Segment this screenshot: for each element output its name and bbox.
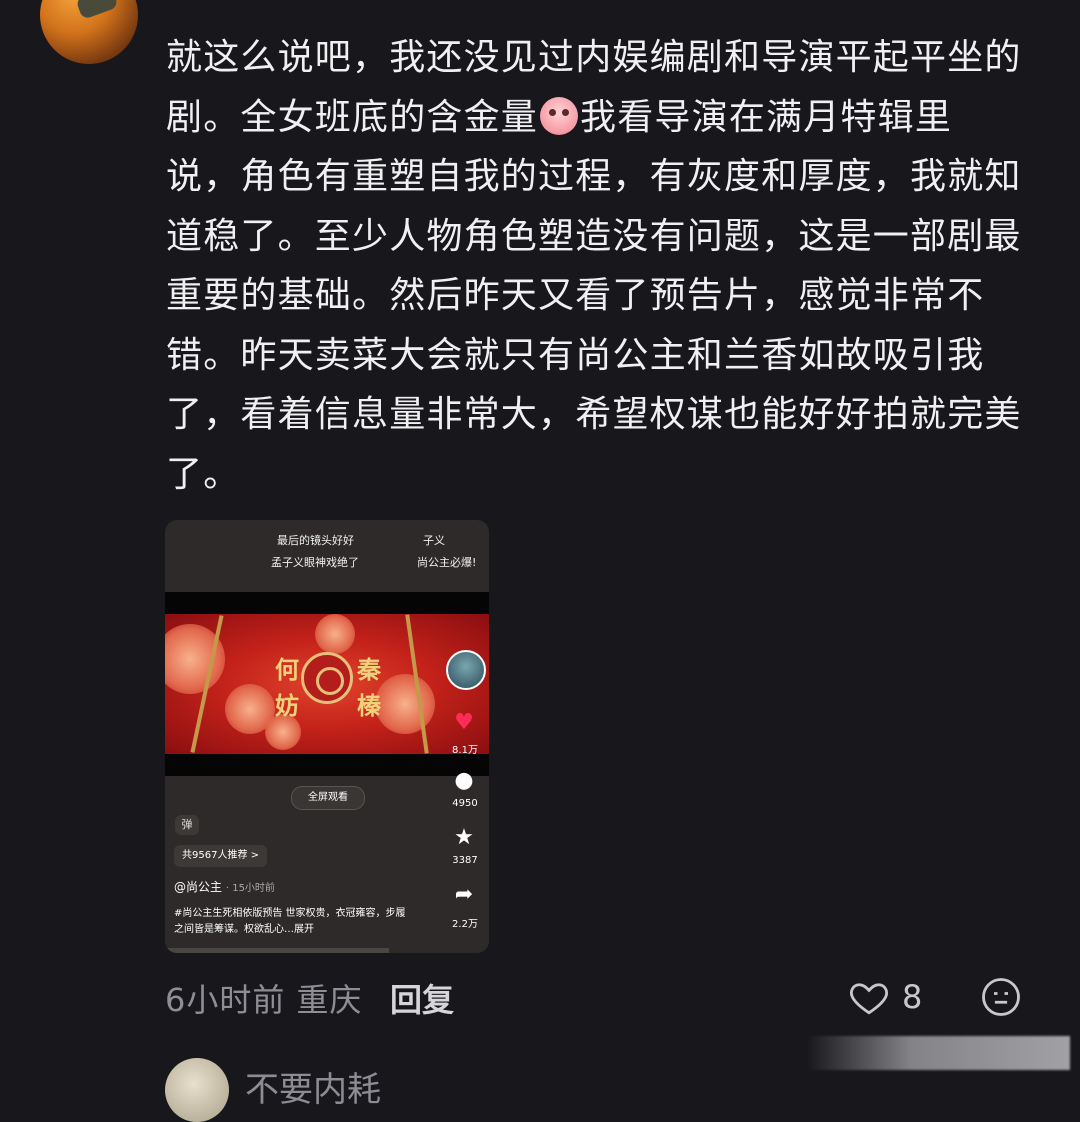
danmaku-1: 最后的镜头好好 xyxy=(277,534,354,547)
like-heart-outline-icon[interactable] xyxy=(848,976,890,1018)
video-share-count: 2.2万 xyxy=(452,919,478,930)
video-post-time: · 15小时前 xyxy=(225,883,275,894)
fullscreen-button[interactable]: 全屏观看 xyxy=(291,786,365,810)
next-commenter-username[interactable]: 不要内耗 xyxy=(245,1062,381,1111)
video-description[interactable]: #尚公主生死相依版预告 世家权贵，衣冠雍容，步履之间皆是筹谋。权欲乱心…展开 xyxy=(174,906,414,938)
embedded-video-screenshot[interactable]: 最后的镜头好好 子义 孟子义眼神戏绝了 尚公主必爆! 何 妨 秦 榛 ♥ 8.1… xyxy=(165,520,489,953)
comment-bubble-icon[interactable]: ● xyxy=(451,768,477,794)
video-author[interactable]: @尚公主 · 15小时前 xyxy=(174,878,275,895)
video-like-count: 8.1万 xyxy=(452,745,478,756)
comment-meta: 6小时前 重庆 xyxy=(165,975,363,1021)
video-frame[interactable]: 何 妨 秦 榛 xyxy=(165,614,489,754)
danmaku-toggle[interactable]: 弹 xyxy=(175,815,199,835)
video-letterbox-bottom xyxy=(165,754,489,776)
comment-text-part-2: 我看导演在满月特辑里 说，角色有重塑自我的过程，有灰度和厚度，我就知 道稳了。至… xyxy=(166,96,1022,495)
banner-char-3: 秦 xyxy=(357,655,381,684)
banner-char-1: 何 xyxy=(275,655,299,684)
peony-icon xyxy=(315,614,355,654)
video-comment-count: 4950 xyxy=(452,798,478,809)
peony-icon xyxy=(375,674,435,734)
recommend-chip[interactable]: 共9567人推荐 > xyxy=(174,845,268,867)
banner-char-2: 妨 xyxy=(275,691,299,720)
watermark xyxy=(806,1036,1070,1070)
medallion-icon xyxy=(301,652,353,704)
reply-button[interactable]: 回复 xyxy=(390,975,454,1021)
comment-text: 就这么说吧，我还没见过内娱编剧和导演平起平坐的 剧。全女班底的含金量 我看导演在满… xyxy=(166,28,1046,504)
emoji-reaction-icon[interactable] xyxy=(980,976,1022,1018)
comment-like-count: 8 xyxy=(902,978,923,1016)
comment-location: 重庆 xyxy=(296,981,363,1019)
video-author-name[interactable]: @尚公主 xyxy=(174,880,222,894)
video-progress-bar[interactable] xyxy=(165,948,389,953)
next-commenter-avatar[interactable] xyxy=(165,1058,229,1122)
danmaku-2: 子义 xyxy=(423,534,445,547)
share-arrow-icon[interactable]: ➦ xyxy=(451,882,477,908)
video-favorite-count: 3387 xyxy=(452,855,478,866)
favorite-star-icon[interactable]: ★ xyxy=(451,825,477,851)
commenter-avatar[interactable] xyxy=(40,0,138,64)
crying-face-emoji-icon xyxy=(540,96,579,135)
danmaku-3: 孟子义眼神戏绝了 xyxy=(271,556,359,569)
like-heart-icon[interactable]: ♥ xyxy=(451,710,477,736)
danmaku-4: 尚公主必爆! xyxy=(417,556,477,569)
comment-time: 6小时前 xyxy=(165,981,286,1019)
banner-char-4: 榛 xyxy=(357,691,381,720)
video-author-avatar[interactable] xyxy=(446,650,486,690)
